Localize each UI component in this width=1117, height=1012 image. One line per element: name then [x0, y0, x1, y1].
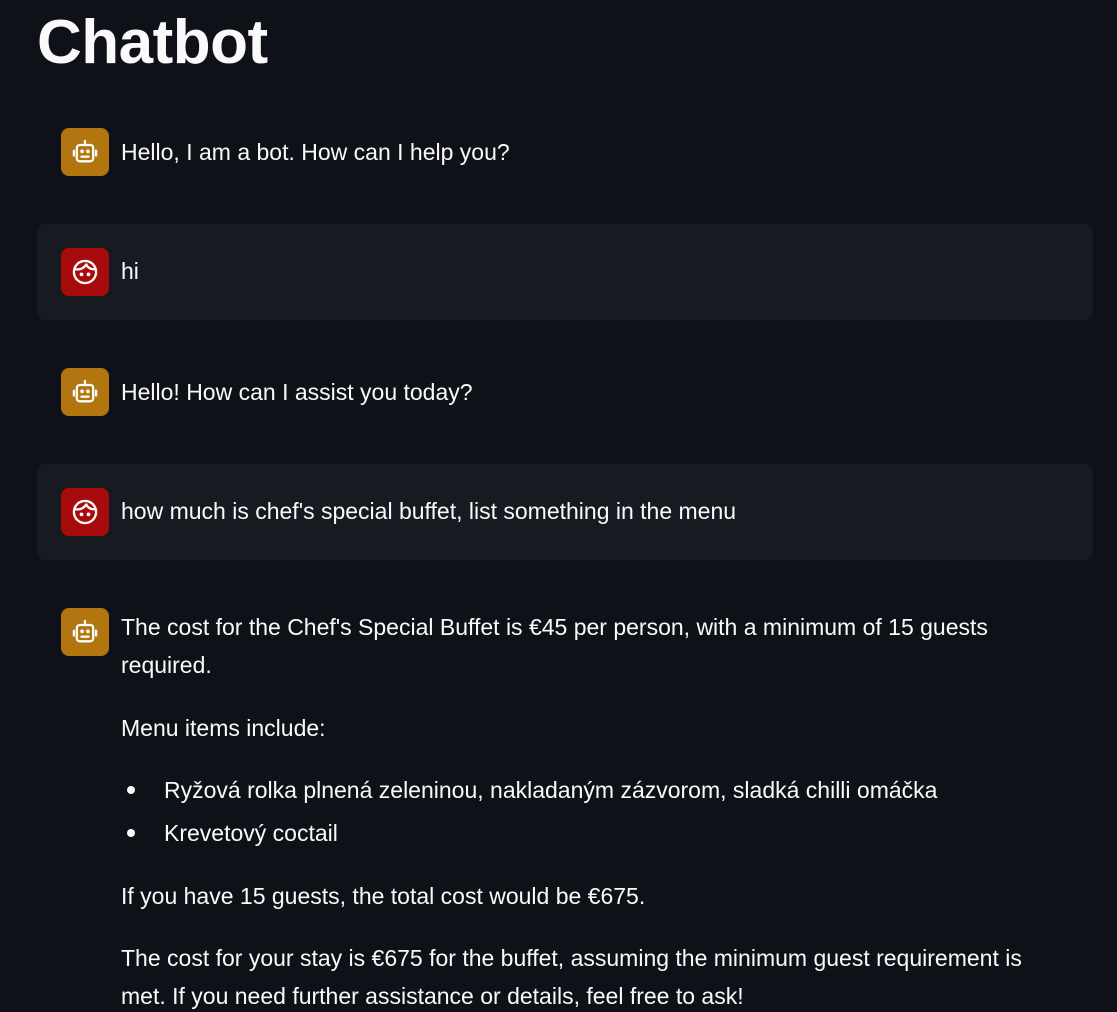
- robot-icon: [72, 139, 98, 163]
- chat-message-user: how much is chef's special buffet, list …: [37, 464, 1093, 560]
- list-item-text: Ryžová rolka plnená zeleninou, nakladaný…: [164, 777, 938, 803]
- robot-icon: [72, 619, 98, 643]
- message-paragraph: If you have 15 guests, the total cost wo…: [121, 883, 646, 909]
- chat-message-bot: Hello! How can I assist you today?: [37, 345, 1093, 440]
- chat-message-bot: The cost for the Chef's Special Buffet i…: [37, 584, 1093, 1009]
- robot-icon: [72, 379, 98, 403]
- bullet-icon: [127, 829, 135, 837]
- user-face-icon: [72, 259, 98, 285]
- bot-avatar: [61, 608, 109, 656]
- chat-message-bot: Hello, I am a bot. How can I help you?: [37, 105, 1093, 200]
- message-text: how much is chef's special buffet, list …: [121, 498, 737, 524]
- message-body: The cost for the Chef's Special Buffet i…: [121, 608, 1069, 1012]
- bot-avatar: [61, 128, 109, 176]
- menu-list: Ryžová rolka plnená zeleninou, nakladaný…: [121, 771, 1069, 857]
- list-item: Ryžová rolka plnená zeleninou, nakladaný…: [121, 771, 1069, 814]
- bullet-icon: [127, 786, 135, 794]
- chat-page: Chatbot Hello, I am a bot. How can I hel…: [0, 0, 1117, 1012]
- message-text: Hello! How can I assist you today?: [121, 379, 473, 405]
- list-item-text: Krevetový coctail: [164, 820, 338, 846]
- bot-avatar: [61, 368, 109, 416]
- user-avatar: [61, 248, 109, 296]
- list-item: Krevetový coctail: [121, 814, 1069, 857]
- user-face-icon: [72, 499, 98, 525]
- user-avatar: [61, 488, 109, 536]
- message-text: hi: [121, 258, 139, 284]
- message-text: Hello, I am a bot. How can I help you?: [121, 139, 510, 165]
- message-paragraph: The cost for the Chef's Special Buffet i…: [121, 614, 988, 678]
- chat-message-user: hi: [37, 224, 1093, 320]
- page-title: Chatbot: [37, 8, 268, 77]
- message-paragraph: Menu items include:: [121, 715, 326, 741]
- message-paragraph: The cost for your stay is €675 for the b…: [121, 945, 1022, 1009]
